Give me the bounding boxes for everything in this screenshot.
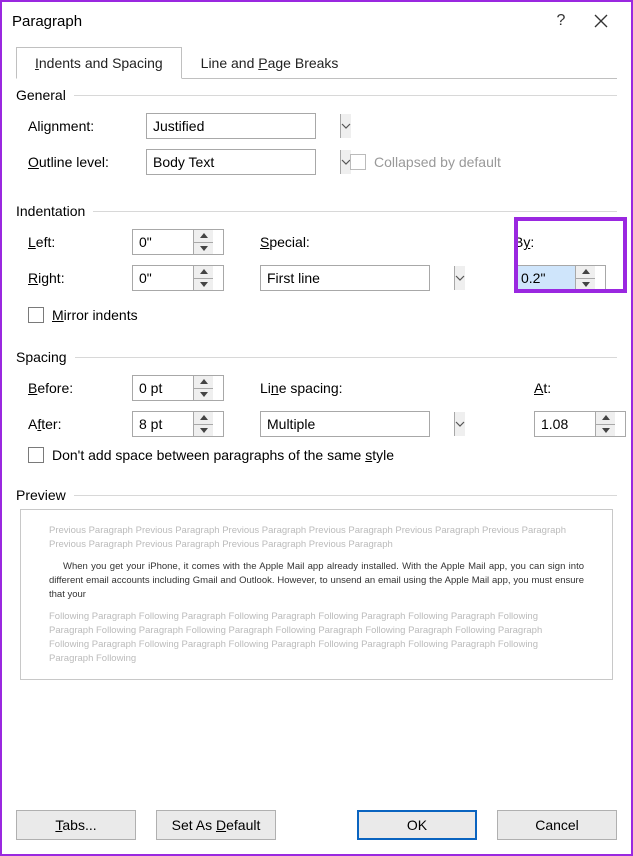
tabs-button[interactable]: Tabs... xyxy=(16,810,136,840)
at-label: At: xyxy=(534,380,633,396)
tab-indents-spacing[interactable]: Indents and Spacing xyxy=(16,47,182,79)
alignment-value[interactable] xyxy=(147,114,340,138)
spinner-down-icon[interactable] xyxy=(194,279,213,291)
at-spinner[interactable] xyxy=(534,411,626,437)
preview-following: Following Paragraph Following Paragraph … xyxy=(49,610,584,665)
preview-box: Previous Paragraph Previous Paragraph Pr… xyxy=(20,509,613,680)
tab-strip: Indents and Spacing Line and Page Breaks xyxy=(16,46,617,79)
section-indentation: Indentation xyxy=(16,203,617,219)
linespacing-value[interactable] xyxy=(261,412,454,436)
spinner-down-icon[interactable] xyxy=(194,243,213,255)
dialog-title: Paragraph xyxy=(12,13,541,30)
spinner-down-icon[interactable] xyxy=(194,425,213,437)
help-button[interactable]: ? xyxy=(541,12,581,30)
alignment-select[interactable] xyxy=(146,113,316,139)
outline-label: Outline level: xyxy=(28,154,142,170)
alignment-label: Alignment: xyxy=(28,118,142,134)
spinner-down-icon[interactable] xyxy=(596,425,615,437)
spinner-up-icon[interactable] xyxy=(576,266,595,279)
special-value[interactable] xyxy=(261,266,454,290)
by-spinner[interactable] xyxy=(514,265,606,291)
at-value[interactable] xyxy=(535,412,595,436)
linespacing-select[interactable] xyxy=(260,411,430,437)
right-spinner[interactable] xyxy=(132,265,224,291)
left-spinner[interactable] xyxy=(132,229,224,255)
no-space-checkbox[interactable] xyxy=(28,447,44,463)
by-value[interactable] xyxy=(515,266,575,290)
close-button[interactable] xyxy=(581,14,621,28)
outline-select[interactable] xyxy=(146,149,316,175)
chevron-down-icon[interactable] xyxy=(340,114,351,138)
mirror-label: Mirror indents xyxy=(52,307,138,323)
preview-previous: Previous Paragraph Previous Paragraph Pr… xyxy=(49,524,584,552)
linespacing-label: Line spacing: xyxy=(236,380,356,396)
spinner-up-icon[interactable] xyxy=(596,412,615,425)
section-general: General xyxy=(16,87,617,103)
no-space-label: Don't add space between paragraphs of th… xyxy=(52,447,394,463)
spinner-up-icon[interactable] xyxy=(194,412,213,425)
collapsed-label: Collapsed by default xyxy=(374,154,501,170)
right-value[interactable] xyxy=(133,266,193,290)
before-label: Before: xyxy=(28,380,128,396)
close-icon xyxy=(594,14,608,28)
before-value[interactable] xyxy=(133,376,193,400)
button-row: Tabs... Set As Default OK Cancel xyxy=(2,794,631,854)
cancel-button[interactable]: Cancel xyxy=(497,810,617,840)
paragraph-dialog: Paragraph ? Indents and Spacing Line and… xyxy=(0,0,633,856)
right-label: Right: xyxy=(28,270,128,286)
chevron-down-icon[interactable] xyxy=(454,412,465,436)
chevron-down-icon[interactable] xyxy=(454,266,465,290)
mirror-checkbox[interactable] xyxy=(28,307,44,323)
spinner-up-icon[interactable] xyxy=(194,266,213,279)
ok-button[interactable]: OK xyxy=(357,810,477,840)
tab-line-page-breaks[interactable]: Line and Page Breaks xyxy=(182,47,358,79)
after-label: After: xyxy=(28,416,128,432)
before-spinner[interactable] xyxy=(132,375,224,401)
spinner-down-icon[interactable] xyxy=(576,279,595,291)
spinner-up-icon[interactable] xyxy=(194,376,213,389)
spinner-up-icon[interactable] xyxy=(194,230,213,243)
left-label: Left: xyxy=(28,234,128,250)
by-label: By: xyxy=(514,234,614,250)
left-value[interactable] xyxy=(133,230,193,254)
after-spinner[interactable] xyxy=(132,411,224,437)
special-select[interactable] xyxy=(260,265,430,291)
section-preview: Preview xyxy=(16,487,617,503)
collapsed-checkbox xyxy=(350,154,366,170)
special-label: Special: xyxy=(236,234,336,250)
spinner-down-icon[interactable] xyxy=(194,389,213,401)
section-spacing: Spacing xyxy=(16,349,617,365)
set-default-button[interactable]: Set As Default xyxy=(156,810,276,840)
after-value[interactable] xyxy=(133,412,193,436)
preview-sample: When you get your iPhone, it comes with … xyxy=(49,560,584,603)
outline-value[interactable] xyxy=(147,150,340,174)
titlebar: Paragraph ? xyxy=(2,2,631,40)
